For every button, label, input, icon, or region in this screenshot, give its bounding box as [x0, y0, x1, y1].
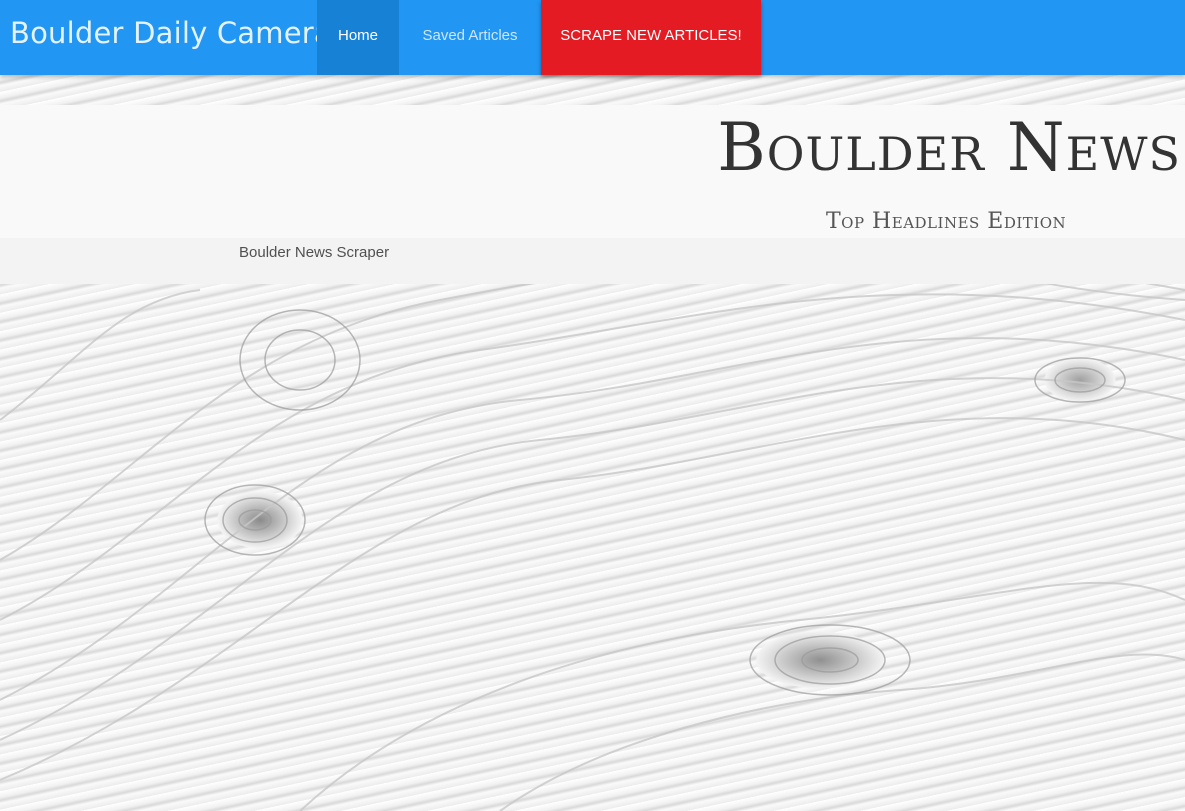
scrape-new-articles-button[interactable]: SCRAPE NEW ARTICLES!: [541, 0, 761, 75]
navbar: Boulder Daily Camera Home Saved Articles…: [0, 0, 1185, 75]
header-panel: Boulder News Top Headlines Edition: [0, 105, 1185, 238]
page-title: Boulder News: [717, 109, 1181, 186]
nav-saved-articles-link[interactable]: Saved Articles: [399, 0, 541, 75]
info-text: Boulder News Scraper: [239, 244, 390, 261]
page-subtitle: Top Headlines Edition: [826, 209, 1067, 234]
nav-home-link[interactable]: Home: [317, 0, 399, 75]
brand-logo-link[interactable]: Boulder Daily Camera: [10, 16, 332, 50]
page: Boulder Daily Camera Home Saved Articles…: [0, 0, 1185, 811]
info-bar: Boulder News Scraper: [0, 238, 1185, 284]
